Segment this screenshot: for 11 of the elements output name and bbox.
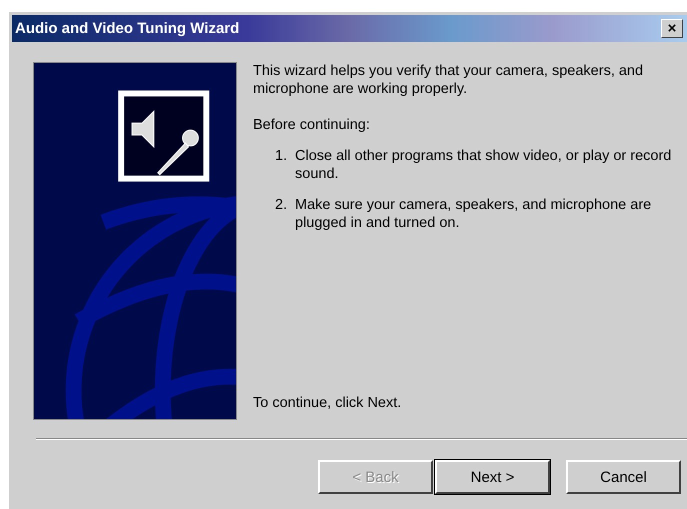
next-button[interactable]: Next >: [435, 460, 550, 494]
step-text: Close all other programs that show video, or play or record sound.: [295, 147, 672, 183]
step-number: 1.: [275, 147, 288, 166]
cancel-button[interactable]: Cancel: [566, 460, 681, 494]
step-text: Make sure your camera, speakers, and microphone are plugged in and turned on.: [295, 196, 652, 232]
continue-instruction: To continue, click Next.: [253, 394, 402, 412]
before-heading: Before continuing:: [253, 116, 371, 134]
close-button[interactable]: ×: [661, 19, 683, 38]
window-title: Audio and Video Tuning Wizard: [15, 20, 240, 37]
intro-text: This wizard helps you verify that your camera, speakers, and microphone are working properly.: [253, 62, 644, 98]
step-number: 2.: [275, 196, 288, 215]
